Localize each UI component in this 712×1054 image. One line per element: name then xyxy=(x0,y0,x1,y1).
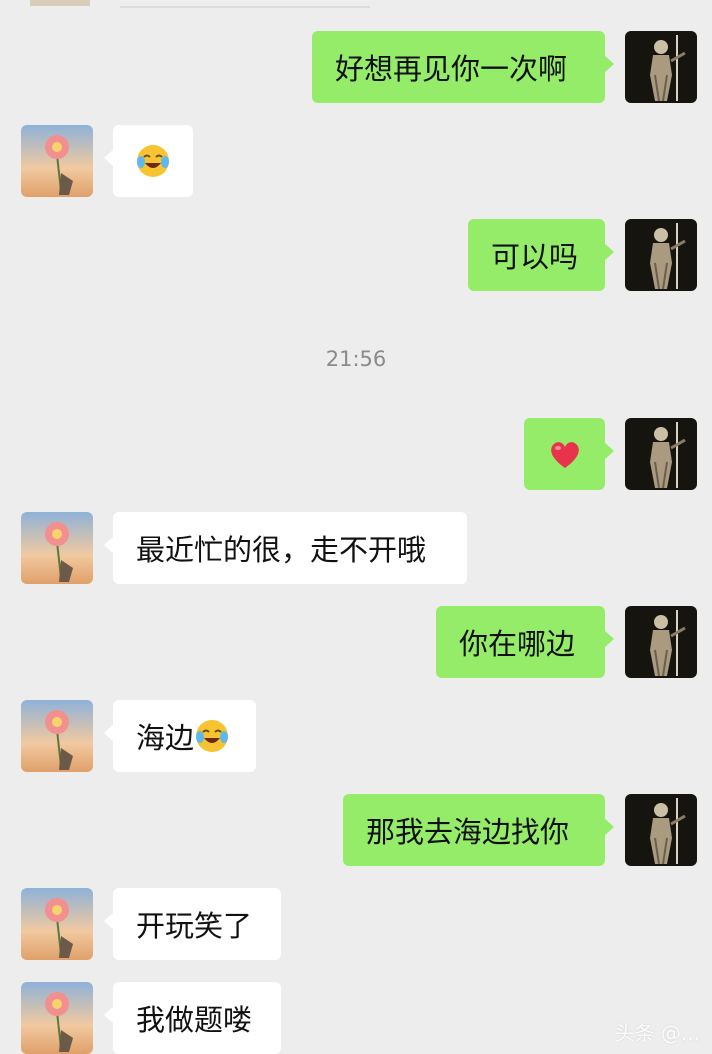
message-text: 海边 xyxy=(136,721,195,755)
warrior-avatar-icon xyxy=(625,606,697,678)
message-text: 开玩笑了 xyxy=(136,909,253,943)
contact-avatar[interactable] xyxy=(21,888,93,960)
warrior-avatar-icon xyxy=(625,794,697,866)
contact-avatar[interactable] xyxy=(21,125,93,197)
contact-avatar[interactable] xyxy=(21,512,93,584)
message-text: 那我去海边找你 xyxy=(366,815,570,849)
message-text: 好想再见你一次啊 xyxy=(335,52,568,86)
warrior-avatar-icon xyxy=(625,31,697,103)
message-bubble[interactable]: 你在哪边 xyxy=(436,606,614,678)
warrior-avatar-icon xyxy=(625,418,697,490)
message-bubble[interactable] xyxy=(524,418,614,490)
flower-avatar-icon xyxy=(21,700,93,772)
flower-avatar-icon xyxy=(21,982,93,1054)
message-bubble[interactable] xyxy=(104,125,193,197)
face-with-tears-of-joy-icon xyxy=(135,143,171,179)
my-avatar[interactable] xyxy=(625,418,697,490)
my-avatar[interactable] xyxy=(625,606,697,678)
face-with-tears-of-joy-icon xyxy=(194,718,230,754)
my-avatar[interactable] xyxy=(625,31,697,103)
message-bubble[interactable]: 我做题喽 xyxy=(104,982,281,1054)
message-bubble[interactable]: 开玩笑了 xyxy=(104,888,281,960)
message-bubble[interactable]: 可以吗 xyxy=(468,219,614,291)
message-bubble[interactable]: 好想再见你一次啊 xyxy=(312,31,614,103)
message-text: 最近忙的很，走不开哦 xyxy=(136,533,427,567)
my-avatar[interactable] xyxy=(625,219,697,291)
message-bubble[interactable]: 最近忙的很，走不开哦 xyxy=(104,512,467,584)
message-text: 可以吗 xyxy=(491,240,579,274)
flower-avatar-icon xyxy=(21,125,93,197)
contact-avatar[interactable] xyxy=(21,982,93,1054)
contact-avatar[interactable] xyxy=(21,700,93,772)
message-bubble[interactable]: 海边 xyxy=(104,700,256,772)
red-heart-icon xyxy=(547,436,583,472)
message-timestamp: 21:56 xyxy=(325,347,387,371)
message-text: 你在哪边 xyxy=(459,627,576,661)
chat-window: 好想再见你一次啊 可以吗 21:56 最近忙的很，走不开哦 你在哪边 海边 那我… xyxy=(0,0,712,1054)
watermark: 头条 @... xyxy=(614,1021,700,1045)
message-text: 我做题喽 xyxy=(136,1003,253,1037)
my-avatar[interactable] xyxy=(625,794,697,866)
message-bubble[interactable]: 那我去海边找你 xyxy=(343,794,614,866)
flower-avatar-icon xyxy=(21,512,93,584)
partial-message-remnant xyxy=(30,0,370,8)
flower-avatar-icon xyxy=(21,888,93,960)
warrior-avatar-icon xyxy=(625,219,697,291)
